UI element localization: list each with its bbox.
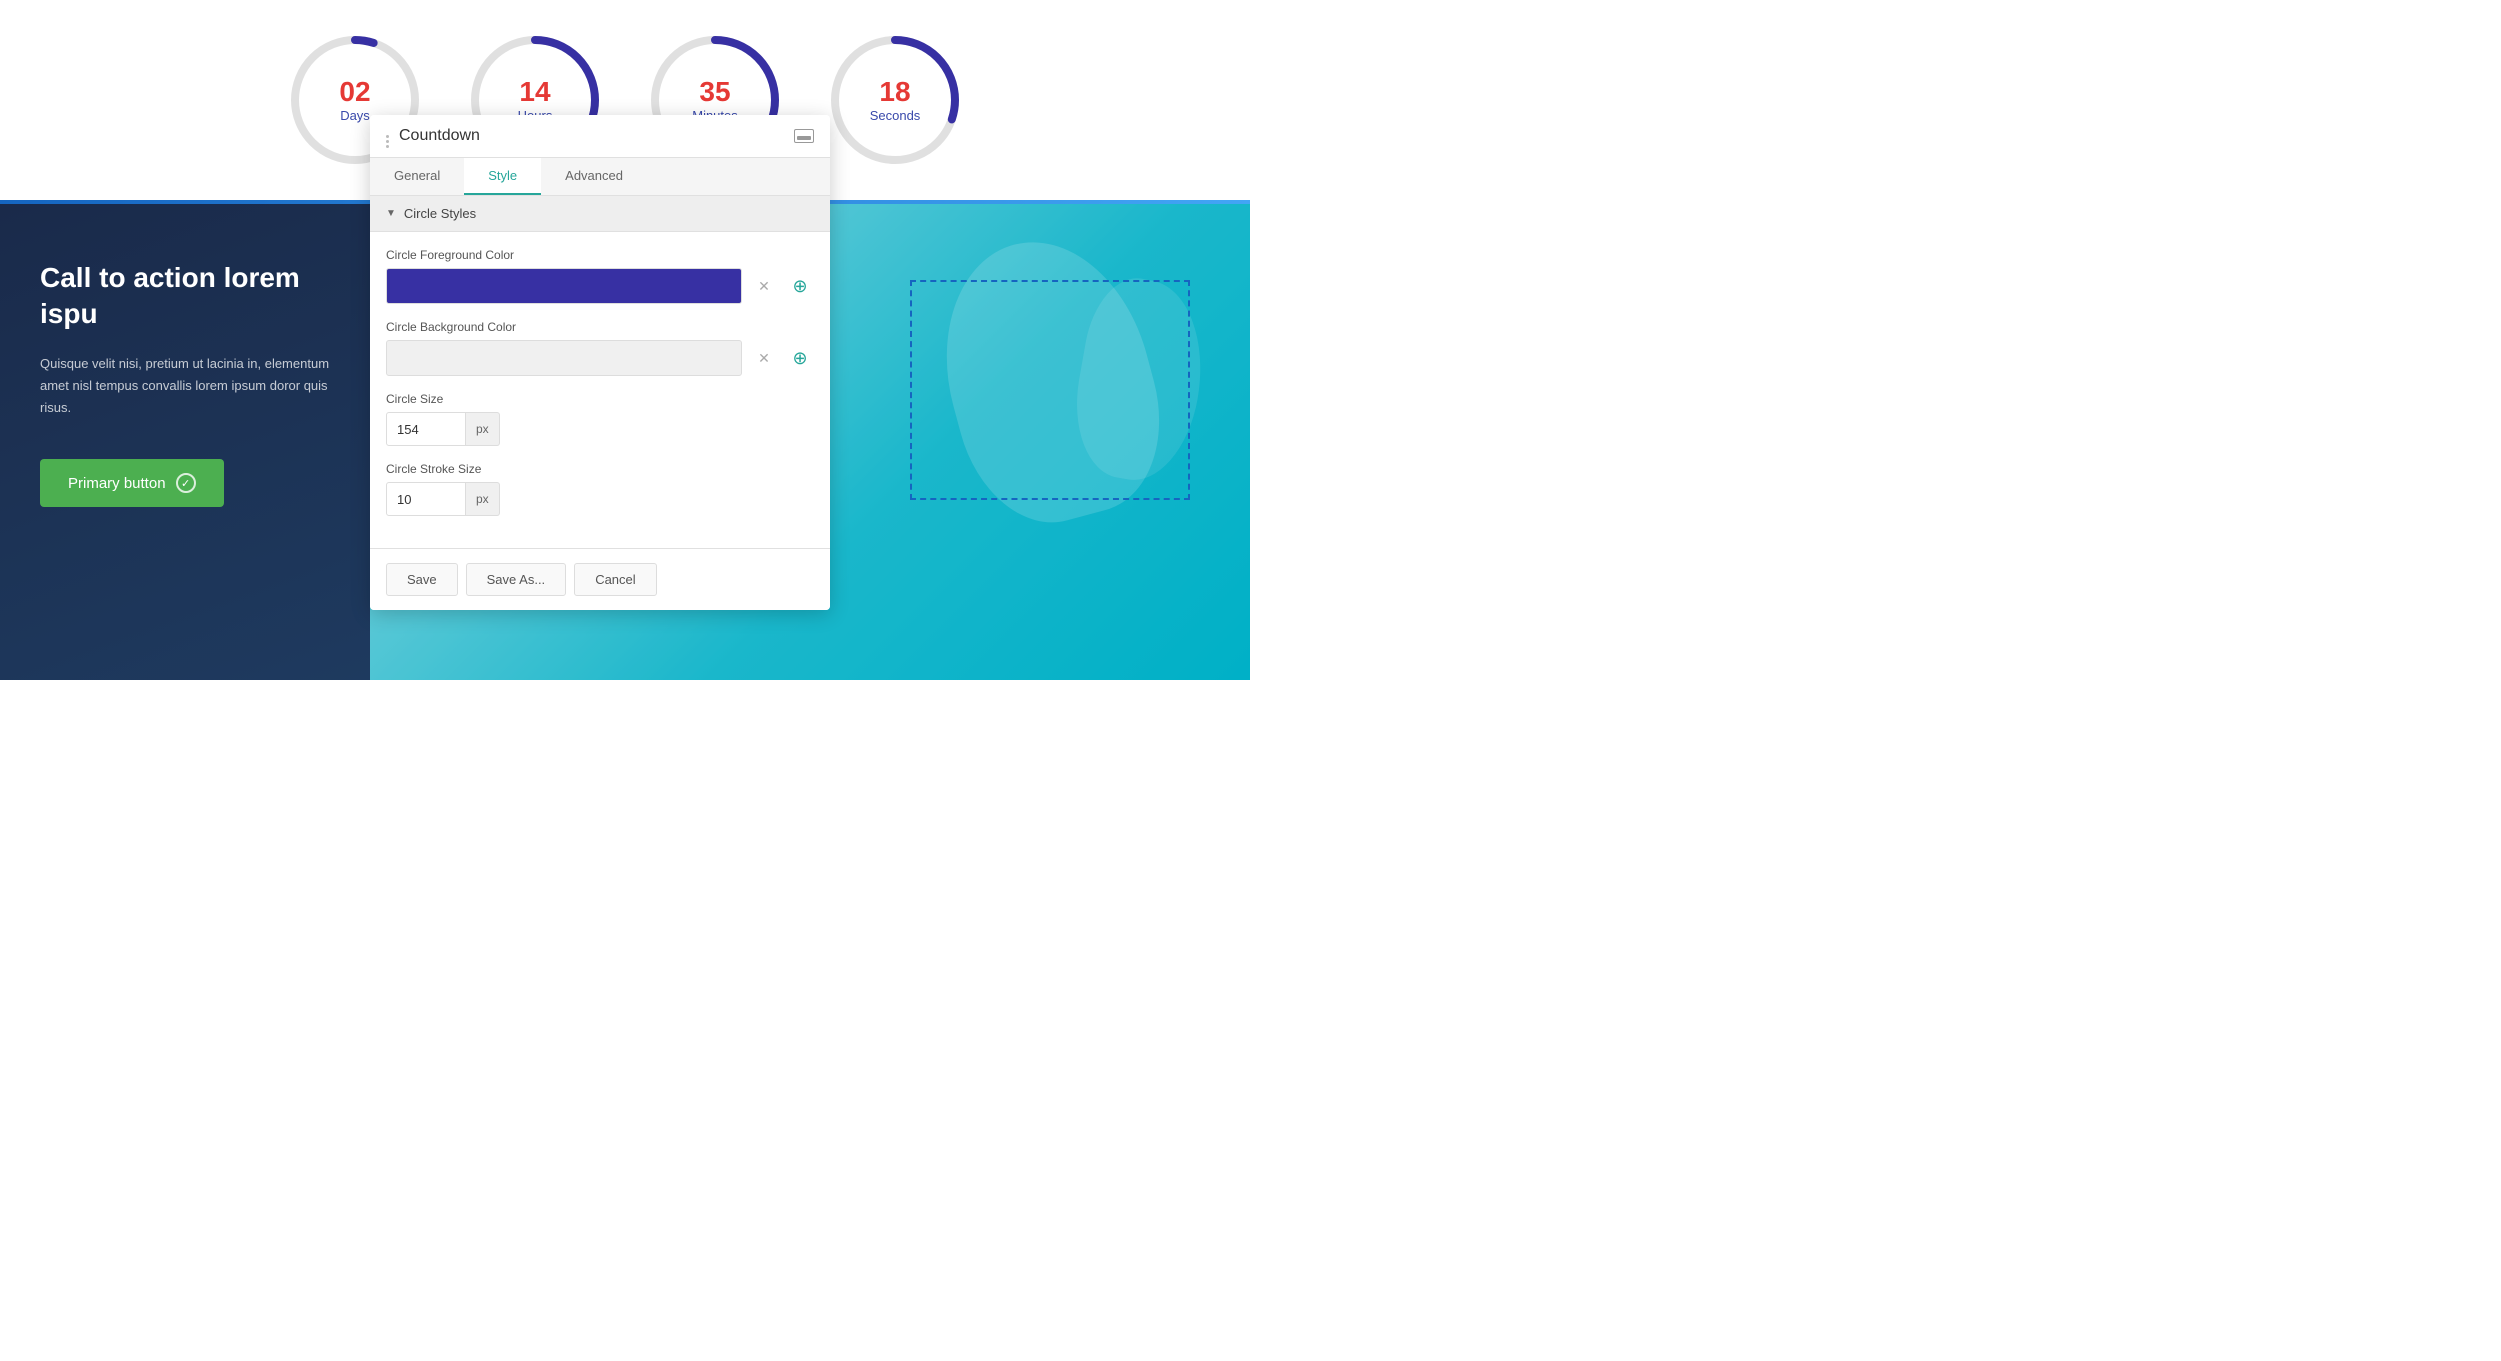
seconds-number: 18: [879, 77, 910, 108]
circle-size-row: px: [386, 412, 814, 446]
circle-stroke-label: Circle Stroke Size: [386, 462, 814, 476]
countdown-dialog: Countdown General Style Advanced ▼ Circl…: [370, 115, 830, 610]
minimize-button[interactable]: [794, 129, 814, 143]
dialog-footer: Save Save As... Cancel: [370, 548, 830, 610]
circle-size-input[interactable]: [386, 412, 466, 446]
minutes-number: 35: [699, 77, 730, 108]
cta-body: Quisque velit nisi, pretium ut lacinia i…: [40, 353, 330, 419]
days-number: 02: [339, 77, 370, 108]
fg-color-group: Circle Foreground Color ✕ ⊕: [386, 248, 814, 304]
form-area: Circle Foreground Color ✕ ⊕ Circle Backg…: [370, 232, 830, 548]
section-header-circle-styles[interactable]: ▼ Circle Styles: [370, 196, 830, 232]
fg-color-swatch[interactable]: [386, 268, 742, 304]
cta-heading: Call to action lorem ispu: [40, 260, 330, 333]
circle-stroke-input[interactable]: [386, 482, 466, 516]
dialog-title: Countdown: [399, 127, 480, 145]
dialog-content: ▼ Circle Styles Circle Foreground Color …: [370, 196, 830, 548]
left-cta-panel: Call to action lorem ispu Quisque velit …: [0, 200, 370, 680]
check-icon: ✓: [176, 473, 196, 493]
primary-button[interactable]: Primary button ✓: [40, 459, 224, 507]
tab-style[interactable]: Style: [464, 158, 541, 195]
bg-color-clear-btn[interactable]: ✕: [750, 344, 778, 372]
dialog-header-left: Countdown: [386, 127, 480, 145]
circle-stroke-unit: px: [466, 482, 500, 516]
section-title: Circle Styles: [404, 206, 476, 221]
bg-color-group: Circle Background Color ✕ ⊕: [386, 320, 814, 376]
circle-size-label: Circle Size: [386, 392, 814, 406]
chevron-down-icon: ▼: [386, 208, 396, 219]
seconds-label: Seconds: [870, 108, 921, 123]
tab-general[interactable]: General: [370, 158, 464, 195]
circle-size-group: Circle Size px: [386, 392, 814, 446]
bg-color-label: Circle Background Color: [386, 320, 814, 334]
fg-color-row: ✕ ⊕: [386, 268, 814, 304]
tab-advanced[interactable]: Advanced: [541, 158, 647, 195]
hours-number: 14: [519, 77, 550, 108]
circle-stroke-group: Circle Stroke Size px: [386, 462, 814, 516]
dialog-header: Countdown: [370, 115, 830, 158]
fg-color-clear-btn[interactable]: ✕: [750, 272, 778, 300]
circle-stroke-row: px: [386, 482, 814, 516]
dialog-tabs: General Style Advanced: [370, 158, 830, 196]
fg-color-label: Circle Foreground Color: [386, 248, 814, 262]
primary-button-label: Primary button: [68, 475, 166, 492]
save-button[interactable]: Save: [386, 563, 458, 596]
days-label: Days: [340, 108, 370, 123]
circle-size-unit: px: [466, 412, 500, 446]
bg-color-swatch[interactable]: [386, 340, 742, 376]
bg-color-add-btn[interactable]: ⊕: [786, 344, 814, 372]
drag-handle[interactable]: [386, 135, 389, 138]
fg-color-add-btn[interactable]: ⊕: [786, 272, 814, 300]
cancel-button[interactable]: Cancel: [574, 563, 656, 596]
bg-color-row: ✕ ⊕: [386, 340, 814, 376]
save-as-button[interactable]: Save As...: [466, 563, 567, 596]
countdown-seconds: 18 Seconds: [825, 30, 965, 170]
